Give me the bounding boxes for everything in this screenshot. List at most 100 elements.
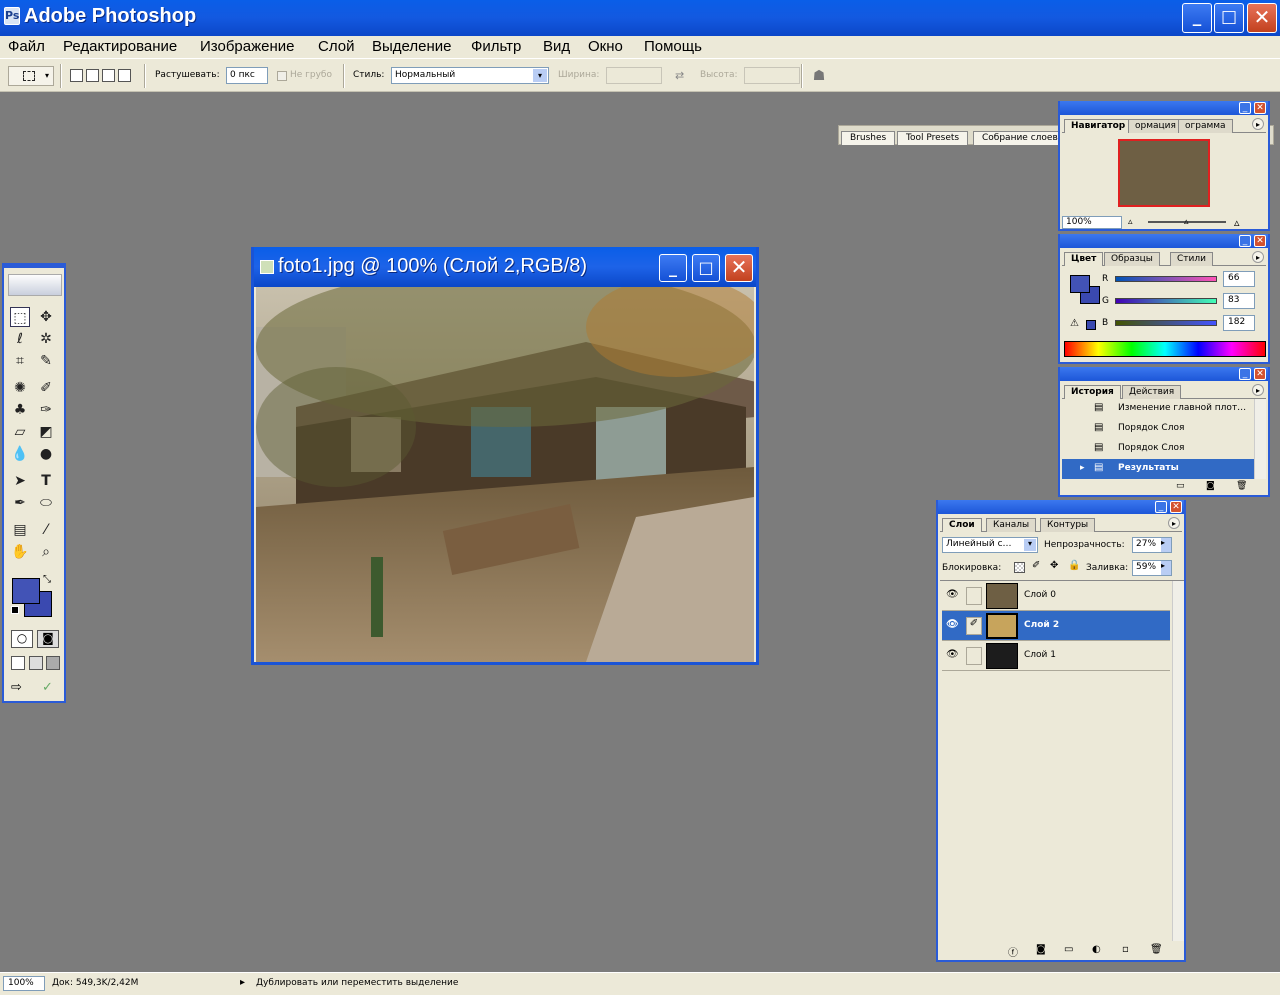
menu-window[interactable]: Окно (588, 38, 623, 55)
channel-b-slider[interactable] (1115, 320, 1217, 326)
menu-image[interactable]: Изображение (200, 38, 295, 55)
slice-tool-icon[interactable]: ✎ (36, 351, 56, 371)
screen-mode-standard-icon[interactable] (11, 656, 25, 670)
tab-actions[interactable]: Действия (1122, 385, 1182, 399)
blend-mode-select[interactable]: Линейный с… ▾ (942, 537, 1038, 553)
new-document-from-state-icon[interactable]: ▭ (1176, 481, 1185, 491)
panel-close-icon[interactable]: ✕ (1254, 368, 1266, 380)
channel-g-input[interactable]: 83 (1223, 293, 1255, 309)
new-group-icon[interactable]: ▭ (1064, 944, 1073, 955)
zoom-in-icon[interactable]: ▵ (1234, 216, 1240, 229)
layer-mask-icon[interactable]: ◙ (1036, 944, 1046, 955)
type-tool-icon[interactable]: T (36, 471, 56, 491)
tab-swatches[interactable]: Образцы (1104, 252, 1160, 266)
gamut-color-swatch[interactable] (1086, 320, 1096, 330)
tab-paths[interactable]: Контуры (1040, 518, 1096, 532)
swap-icon[interactable]: ⇄ (675, 69, 684, 82)
close-button[interactable]: ✕ (1247, 3, 1277, 33)
menu-select[interactable]: Выделение (372, 38, 451, 55)
eye-icon[interactable]: 👁 (946, 619, 959, 630)
crop-tool-icon[interactable]: ⌗ (10, 351, 30, 371)
add-to-selection-icon[interactable] (86, 69, 99, 82)
tool-preset-picker[interactable]: ▾ (8, 66, 54, 86)
height-input[interactable] (744, 67, 800, 84)
jump-to-imageready-icon[interactable]: ⇨ (11, 680, 39, 696)
quick-mask-icon[interactable]: ◙ (37, 630, 59, 648)
paint-bucket-tool-icon[interactable]: ◩ (36, 422, 56, 442)
document-canvas[interactable] (256, 287, 754, 662)
panel-menu-icon[interactable]: ▸ (1168, 517, 1180, 529)
tab-history[interactable]: История (1064, 385, 1121, 399)
history-scrollbar[interactable] (1254, 399, 1266, 479)
lasso-tool-icon[interactable]: ℓ (10, 329, 30, 349)
doc-close-button[interactable]: ✕ (725, 254, 753, 282)
history-brush-tool-icon[interactable]: ✑ (36, 400, 56, 420)
foreground-color-swatch[interactable] (12, 578, 40, 604)
panel-minimize-icon[interactable]: _ (1155, 501, 1167, 513)
layer-row[interactable]: 👁 Слой 0 (942, 581, 1170, 611)
antialias-checkbox[interactable] (277, 71, 287, 81)
tab-info[interactable]: ормация (1128, 119, 1183, 133)
feather-logo[interactable] (8, 274, 62, 296)
lock-transparency-icon[interactable] (1014, 562, 1025, 573)
trash-icon[interactable]: 🗑 (1150, 944, 1163, 955)
panel-menu-icon[interactable]: ▸ (1252, 384, 1264, 396)
layer-row[interactable]: 👁 Слой 1 (942, 641, 1170, 671)
tab-channels[interactable]: Каналы (986, 518, 1037, 532)
layers-panel-titlebar[interactable]: _ ✕ (938, 500, 1184, 514)
hand-tool-icon[interactable]: ✋ (10, 542, 30, 562)
gamut-warning-icon[interactable]: ⚠ (1070, 318, 1079, 329)
status-menu-icon[interactable]: ▸ (240, 977, 245, 988)
style-select[interactable]: Нормальный ▾ (391, 67, 549, 84)
default-colors-icon[interactable] (11, 606, 19, 614)
channel-g-slider[interactable] (1115, 298, 1217, 304)
menu-edit[interactable]: Редактирование (63, 38, 177, 55)
list-item[interactable]: ▤ Изменение главной плот… (1062, 399, 1254, 419)
panel-close-icon[interactable]: ✕ (1254, 235, 1266, 247)
panel-menu-icon[interactable]: ▸ (1252, 118, 1264, 130)
swap-colors-icon[interactable]: ⤡ (43, 574, 51, 585)
minimize-button[interactable]: _ (1182, 3, 1212, 33)
history-panel-titlebar[interactable]: _ ✕ (1060, 367, 1268, 381)
list-item[interactable]: ▸ ▤ Результаты (1062, 459, 1254, 479)
tab-styles[interactable]: Стили (1170, 252, 1213, 266)
screen-mode-full-icon[interactable] (46, 656, 60, 670)
navigator-panel-titlebar[interactable]: _ ✕ (1060, 101, 1268, 115)
color-foreground-swatch[interactable] (1070, 275, 1090, 293)
doc-maximize-button[interactable]: □ (692, 254, 720, 282)
tab-brushes[interactable]: Brushes (841, 131, 896, 145)
layer-link-cell[interactable] (966, 587, 982, 605)
panel-close-icon[interactable]: ✕ (1170, 501, 1182, 513)
panel-menu-icon[interactable]: ▸ (1252, 251, 1264, 263)
dodge-tool-icon[interactable]: ● (36, 444, 56, 464)
layer-style-icon[interactable]: ⓕ (1008, 944, 1018, 959)
panel-minimize-icon[interactable]: _ (1239, 102, 1251, 114)
path-selection-tool-icon[interactable]: ➤ (10, 471, 30, 491)
snapshot-icon[interactable]: ◙ (1206, 481, 1215, 491)
color-ramp[interactable] (1064, 341, 1266, 357)
file-browser-icon[interactable]: ☗ (808, 65, 830, 87)
pen-tool-icon[interactable]: ✒ (10, 493, 30, 513)
layer-link-cell[interactable] (966, 647, 982, 665)
channel-b-input[interactable]: 182 (1223, 315, 1255, 331)
feather-input[interactable]: 0 пкс (226, 67, 268, 84)
lock-all-icon[interactable]: 🔒 (1068, 560, 1080, 571)
tab-layers[interactable]: Слои (942, 518, 982, 532)
zoom-slider-thumb-icon[interactable]: ▵ (1184, 217, 1189, 227)
check-icon[interactable]: ✓ (42, 680, 58, 696)
lock-pixels-icon[interactable]: ✐ (1032, 560, 1040, 571)
tab-histogram[interactable]: ограмма (1178, 119, 1233, 133)
eye-icon[interactable]: 👁 (946, 589, 959, 600)
opacity-input[interactable]: 27% ▸ (1132, 537, 1172, 553)
standard-mode-icon[interactable]: ○ (11, 630, 33, 648)
move-tool-icon[interactable]: ✥ (36, 307, 56, 327)
menu-file[interactable]: Файл (8, 38, 45, 55)
menu-layer[interactable]: Слой (318, 38, 354, 55)
color-panel-titlebar[interactable]: _ ✕ (1060, 234, 1268, 248)
panel-close-icon[interactable]: ✕ (1254, 102, 1266, 114)
new-layer-icon[interactable]: ▫ (1122, 944, 1129, 955)
layer-row[interactable]: 👁 ✐ Слой 2 (942, 611, 1170, 641)
brush-tool-icon[interactable]: ✐ (36, 378, 56, 398)
tab-layer-comps[interactable]: Собрание слоев (973, 131, 1067, 145)
list-item[interactable]: ▤ Порядок Слоя (1062, 439, 1254, 459)
